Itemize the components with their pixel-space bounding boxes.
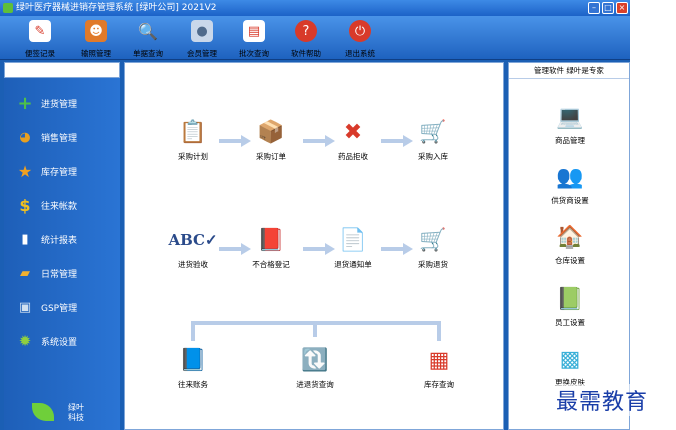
cart-add-icon: 🛒 (416, 115, 450, 149)
title-bar: 绿叶医疗器械进销存管理系统 [绿叶公司] 2021V2 – □ × (0, 0, 630, 16)
rp-change-skin[interactable]: ▩ 更换皮肤 (540, 343, 600, 388)
toolbar-help-button[interactable]: ? 软件帮助 (282, 20, 330, 58)
help-icon: ? (295, 20, 317, 42)
sidebar-header (4, 62, 120, 78)
staff-icon: 📗 (553, 283, 587, 315)
sidebar: + 进货管理 ◕ 销售管理 ★ 库存管理 $ 往来帐款 ▮ 统计报表 ▰ 日常管… (4, 62, 120, 430)
toolbar: ✎ 便签记录 ☻ 输照管理 🔍 单据查询 ● 会员管理 ▤ 批次查询 ? 软件帮… (0, 16, 630, 60)
flow-receipt-check[interactable]: ABC✓ 进货验收 (163, 223, 223, 270)
flow-nonconform-register[interactable]: 📕 不合格登记 (241, 223, 301, 270)
toolbar-doc-query-button[interactable]: 🔍 单据查询 (124, 20, 172, 58)
close-button[interactable]: × (616, 2, 628, 14)
flow-return-notice[interactable]: 📄 退货通知单 (323, 223, 383, 270)
sidebar-item-gsp[interactable]: ▣ GSP管理 (16, 297, 77, 317)
users-icon: ☻ (85, 20, 107, 42)
query-icon: 🔃 (298, 343, 332, 377)
watermark-text: 最需教育 (556, 384, 648, 416)
gsp-icon: ▣ (16, 298, 34, 316)
flow-purchase-return[interactable]: 🛒 采购退货 (403, 223, 463, 270)
notebook-icon: 📕 (254, 223, 288, 257)
plan-icon: 📋 (176, 115, 210, 149)
flow-drug-reject[interactable]: ✖ 药品拒收 (323, 115, 383, 162)
tree-connector (313, 321, 317, 337)
star-icon: ★ (16, 162, 34, 180)
window-controls: – □ × (588, 2, 628, 14)
rp-supplier-settings[interactable]: 👥 供货商设置 (540, 161, 600, 206)
pie-chart-icon: ◕ (16, 128, 34, 146)
ledger-icon: 📘 (176, 343, 210, 377)
plus-icon: + (16, 94, 34, 112)
warehouse-icon: 🏠 (553, 221, 587, 253)
sidebar-item-reports[interactable]: ▮ 统计报表 (16, 229, 77, 249)
company-logo: 绿叶 科技 (28, 397, 88, 430)
skin-icon: ▩ (553, 343, 587, 375)
toolbar-exit-button[interactable]: ⏻ 退出系统 (336, 20, 384, 58)
sidebar-item-daily[interactable]: ▰ 日常管理 (16, 263, 77, 283)
leaf-icon (32, 403, 54, 421)
supplier-icon: 👥 (553, 161, 587, 193)
bar-chart-icon: ▮ (16, 230, 34, 248)
dollar-icon: $ (16, 196, 34, 214)
return-note-icon: 📄 (336, 223, 370, 257)
maximize-button[interactable]: □ (602, 2, 614, 14)
cart-reject-icon: ✖ (336, 115, 370, 149)
rp-product-manage[interactable]: 💻 商品管理 (540, 101, 600, 146)
flow-accounts-ledger[interactable]: 📘 往来账务 (163, 343, 223, 390)
sidebar-item-inventory[interactable]: ★ 库存管理 (16, 161, 77, 181)
toolbar-license-button[interactable]: ☻ 输照管理 (72, 20, 120, 58)
sidebar-item-accounts[interactable]: $ 往来帐款 (16, 195, 77, 215)
abc-check-icon: ABC✓ (176, 223, 210, 257)
cubes-icon: ▦ (422, 343, 456, 377)
panel-slogan: 管理软件 绿叶是专家 (509, 63, 629, 79)
flow-stock-query[interactable]: ▦ 库存查询 (409, 343, 469, 390)
computer-icon: 💻 (553, 101, 587, 133)
rp-warehouse-settings[interactable]: 🏠 仓库设置 (540, 221, 600, 266)
flow-purchase-plan[interactable]: 📋 采购计划 (163, 115, 223, 162)
minimize-button[interactable]: – (588, 2, 600, 14)
rp-staff-settings[interactable]: 📗 员工设置 (540, 283, 600, 328)
sidebar-item-sales[interactable]: ◕ 销售管理 (16, 127, 77, 147)
app-window: 绿叶医疗器械进销存管理系统 [绿叶公司] 2021V2 – □ × ✎ 便签记录… (0, 0, 630, 430)
flow-purchase-in[interactable]: 🛒 采购入库 (403, 115, 463, 162)
power-icon: ⏻ (349, 20, 371, 42)
workflow-panel: 📋 采购计划 📦 采购订单 ✖ 药品拒收 🛒 采购入库 ABC✓ 进货验收 📕 … (124, 62, 504, 430)
gear-icon: ✹ (16, 332, 34, 350)
notepad-icon: ✎ (29, 20, 51, 42)
box-icon: 📦 (254, 115, 288, 149)
flow-purchase-order[interactable]: 📦 采购订单 (241, 115, 301, 162)
toolbar-notes-button[interactable]: ✎ 便签记录 (16, 20, 64, 58)
tree-connector (437, 321, 441, 341)
sidebar-item-purchase[interactable]: + 进货管理 (16, 93, 77, 113)
app-logo-icon (3, 3, 13, 13)
quick-settings-panel: 管理软件 绿叶是专家 💻 商品管理 👥 供货商设置 🏠 仓库设置 📗 员工设置 … (508, 62, 630, 430)
magnifier-icon: 🔍 (137, 20, 159, 42)
toolbar-members-button[interactable]: ● 会员管理 (178, 20, 226, 58)
window-title: 绿叶医疗器械进销存管理系统 [绿叶公司] 2021V2 (16, 3, 217, 13)
tree-connector (191, 321, 195, 341)
flow-inout-query[interactable]: 🔃 进退货查询 (285, 343, 345, 390)
document-icon: ▤ (243, 20, 265, 42)
members-icon: ● (191, 20, 213, 42)
folder-icon: ▰ (16, 264, 34, 282)
cart-remove-icon: 🛒 (416, 223, 450, 257)
sidebar-item-settings[interactable]: ✹ 系统设置 (16, 331, 77, 351)
toolbar-batch-query-button[interactable]: ▤ 批次查询 (230, 20, 278, 58)
